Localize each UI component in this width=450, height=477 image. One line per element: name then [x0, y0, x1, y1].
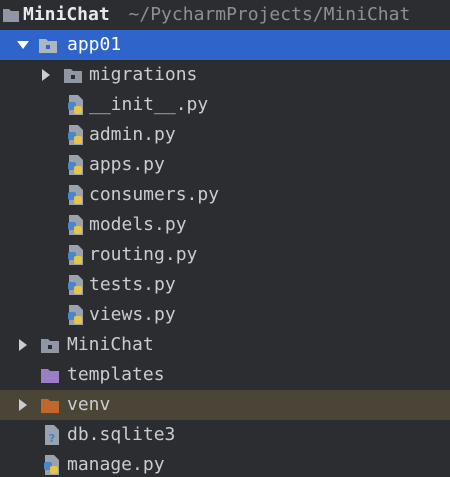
tree-row-venv[interactable]: venv	[0, 390, 450, 420]
tree-row-file[interactable]: admin.py	[0, 120, 450, 150]
folder-icon	[1, 0, 21, 30]
python-file-icon	[66, 270, 86, 300]
tree-item-label: templates	[67, 364, 165, 385]
unknown-file-icon: ?	[42, 420, 62, 450]
tree-row-file[interactable]: manage.py	[0, 450, 450, 477]
tree-item-label: views.py	[89, 304, 176, 325]
python-file-icon	[42, 450, 62, 477]
python-file-icon	[66, 210, 86, 240]
tree-item-label: routing.py	[89, 244, 198, 265]
excluded-folder-icon	[40, 390, 60, 420]
project-path: ~/PycharmProjects/MiniChat	[128, 4, 411, 25]
tree-item-label: MiniChat	[67, 334, 154, 355]
python-file-icon	[66, 120, 86, 150]
tree-item-label: tests.py	[89, 274, 176, 295]
svg-text:?: ?	[49, 432, 55, 445]
chevron-right-icon[interactable]	[16, 390, 30, 420]
chevron-right-icon[interactable]	[16, 330, 30, 360]
tree-item-label: models.py	[89, 214, 187, 235]
folder-icon	[40, 330, 60, 360]
tree-item-label: app01	[67, 34, 122, 55]
python-file-icon	[66, 240, 86, 270]
tree-item-label: manage.py	[67, 454, 165, 475]
tree-item-label: migrations	[89, 64, 198, 85]
project-name: MiniChat	[23, 4, 110, 25]
project-tree: MiniChat ~/PycharmProjects/MiniChat app0…	[0, 0, 450, 477]
tree-row-file[interactable]: consumers.py	[0, 180, 450, 210]
tree-row-file[interactable]: __init__.py	[0, 90, 450, 120]
folder-icon	[38, 30, 58, 60]
tree-row-file[interactable]: models.py	[0, 210, 450, 240]
python-file-icon	[66, 90, 86, 120]
tree-row-file[interactable]: routing.py	[0, 240, 450, 270]
tree-row-root[interactable]: MiniChat ~/PycharmProjects/MiniChat	[0, 0, 450, 30]
tree-row-file[interactable]: ? db.sqlite3	[0, 420, 450, 450]
tree-row-file[interactable]: views.py	[0, 300, 450, 330]
chevron-down-icon[interactable]	[16, 30, 30, 60]
python-file-icon	[66, 300, 86, 330]
tree-row-file[interactable]: tests.py	[0, 270, 450, 300]
python-file-icon	[66, 150, 86, 180]
tree-item-label: __init__.py	[89, 94, 209, 115]
chevron-right-icon[interactable]	[39, 60, 53, 90]
tree-row-templates[interactable]: templates	[0, 360, 450, 390]
tree-row-migrations[interactable]: migrations	[0, 60, 450, 90]
folder-icon	[63, 60, 83, 90]
tree-row-minichat[interactable]: MiniChat	[0, 330, 450, 360]
tree-row-file[interactable]: apps.py	[0, 150, 450, 180]
python-file-icon	[66, 180, 86, 210]
tree-item-label: db.sqlite3	[67, 424, 176, 445]
templates-folder-icon	[40, 360, 60, 390]
tree-item-label: admin.py	[89, 124, 176, 145]
tree-item-label: apps.py	[89, 154, 165, 175]
tree-item-label: consumers.py	[89, 184, 220, 205]
tree-item-label: venv	[67, 394, 111, 415]
tree-row-app01[interactable]: app01	[0, 30, 450, 60]
